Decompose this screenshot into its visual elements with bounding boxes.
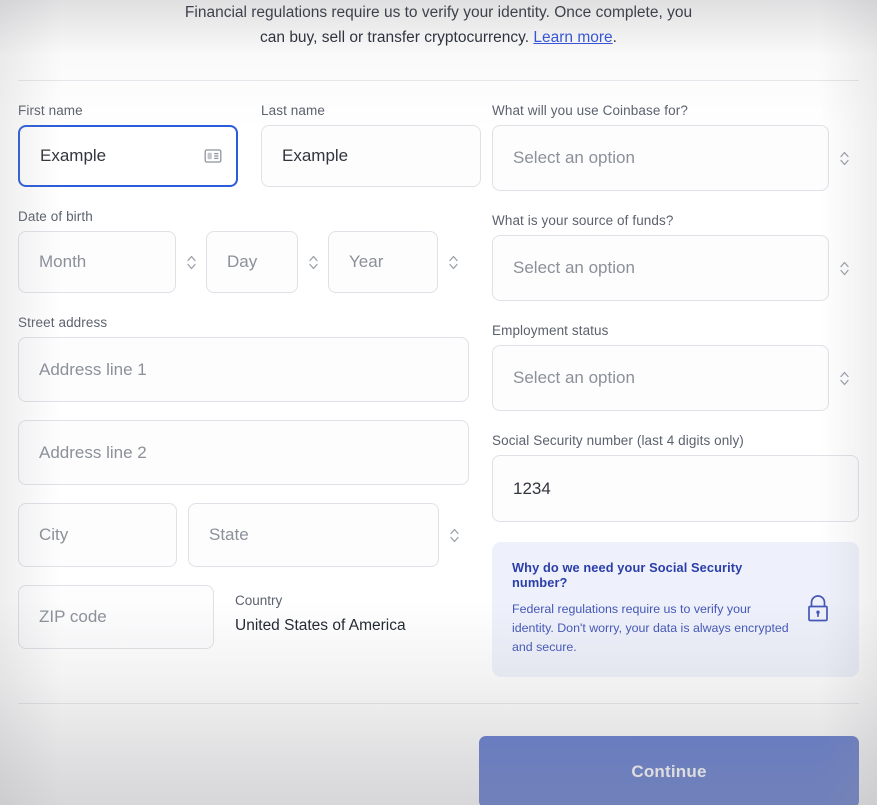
zip-code-input[interactable]: ZIP code — [18, 585, 214, 649]
first-name-wrap: Example — [18, 125, 238, 187]
use-for-group: What will you use Coinbase for? Select a… — [492, 103, 859, 191]
employment-status-wrap: Select an option — [492, 345, 859, 411]
notice-line-2-text: can buy, sell or transfer cryptocurrency… — [260, 29, 530, 46]
ssn-callout-title: Why do we need your Social Security numb… — [512, 560, 743, 590]
ssn-label: Social Security number (last 4 digits on… — [492, 433, 744, 448]
source-of-funds-group: What is your source of funds? Select an … — [492, 213, 859, 301]
dob-day-stepper-icon[interactable] — [298, 254, 328, 271]
address-line-2-input[interactable]: Address line 2 — [18, 420, 469, 485]
use-for-wrap: Select an option — [492, 125, 859, 191]
ssn-group: Social Security number (last 4 digits on… — [492, 433, 859, 522]
form-left-column: First name Example Last name Example Dat… — [18, 103, 481, 677]
dob-day-select[interactable]: Day — [206, 231, 298, 293]
dob-year-stepper-icon[interactable] — [438, 254, 468, 271]
top-divider — [18, 80, 859, 81]
source-of-funds-select[interactable]: Select an option — [492, 235, 829, 301]
city-state-row: City State — [18, 503, 469, 567]
first-name-input[interactable]: Example — [18, 125, 238, 187]
last-name-label: Last name — [261, 103, 325, 118]
date-of-birth-group: Date of birth Month Day Year — [18, 209, 469, 293]
notice-line-2: can buy, sell or transfer cryptocurrency… — [84, 25, 793, 50]
employment-status-label: Employment status — [492, 323, 609, 338]
street-address-group: Street address Address line 1 Address li… — [18, 315, 469, 485]
last-name-input[interactable]: Example — [261, 125, 481, 187]
dob-year-select[interactable]: Year — [328, 231, 438, 293]
dob-month-select[interactable]: Month — [18, 231, 176, 293]
state-stepper-icon[interactable] — [439, 527, 469, 544]
notice-period: . — [612, 29, 617, 46]
ssn-info-callout: Why do we need your Social Security numb… — [492, 542, 859, 677]
date-of-birth-label: Date of birth — [18, 209, 93, 224]
bottom-divider — [18, 703, 859, 704]
dob-year-wrap: Year — [328, 231, 468, 293]
form-right-column: What will you use Coinbase for? Select a… — [492, 103, 859, 677]
ssn-input[interactable]: 1234 — [492, 455, 859, 522]
dob-month-stepper-icon[interactable] — [176, 254, 206, 271]
date-of-birth-row: Month Day Year — [18, 231, 469, 293]
zip-country-row: ZIP code Country United States of Americ… — [18, 585, 469, 649]
source-of-funds-wrap: Select an option — [492, 235, 859, 301]
country-label: Country — [235, 593, 283, 608]
continue-button[interactable]: Continue — [479, 736, 859, 805]
ssn-callout-text: Why do we need your Social Security numb… — [512, 560, 789, 657]
street-address-label: Street address — [18, 315, 108, 330]
employment-status-stepper-icon[interactable] — [829, 370, 859, 387]
country-group: Country United States of America — [225, 585, 406, 649]
notice-line-1: Financial regulations require us to veri… — [184, 4, 693, 21]
lock-icon — [803, 592, 833, 626]
use-for-stepper-icon[interactable] — [829, 150, 859, 167]
source-of-funds-label: What is your source of funds? — [492, 213, 674, 228]
employment-status-select[interactable]: Select an option — [492, 345, 829, 411]
address-line-1-input[interactable]: Address line 1 — [18, 337, 469, 402]
use-for-select[interactable]: Select an option — [492, 125, 829, 191]
learn-more-link[interactable]: Learn more — [533, 29, 612, 46]
city-input[interactable]: City — [18, 503, 177, 567]
dob-month-wrap: Month — [18, 231, 206, 293]
last-name-group: Last name Example — [261, 103, 481, 187]
source-of-funds-stepper-icon[interactable] — [829, 260, 859, 277]
employment-status-group: Employment status Select an option — [492, 323, 859, 411]
first-name-group: First name Example — [18, 103, 238, 187]
ssn-callout-body: Federal regulations require us to verify… — [512, 602, 789, 654]
state-wrap: State — [188, 503, 469, 567]
dob-day-wrap: Day — [206, 231, 328, 293]
identity-verification-form: First name Example Last name Example Dat… — [0, 103, 877, 677]
name-row: First name Example Last name Example — [18, 103, 481, 187]
first-name-label: First name — [18, 103, 83, 118]
state-select[interactable]: State — [188, 503, 439, 567]
use-for-label: What will you use Coinbase for? — [492, 103, 688, 118]
form-footer: Continue — [0, 736, 877, 805]
verification-notice: Financial regulations require us to veri… — [0, 0, 877, 50]
country-value: United States of America — [235, 617, 406, 634]
